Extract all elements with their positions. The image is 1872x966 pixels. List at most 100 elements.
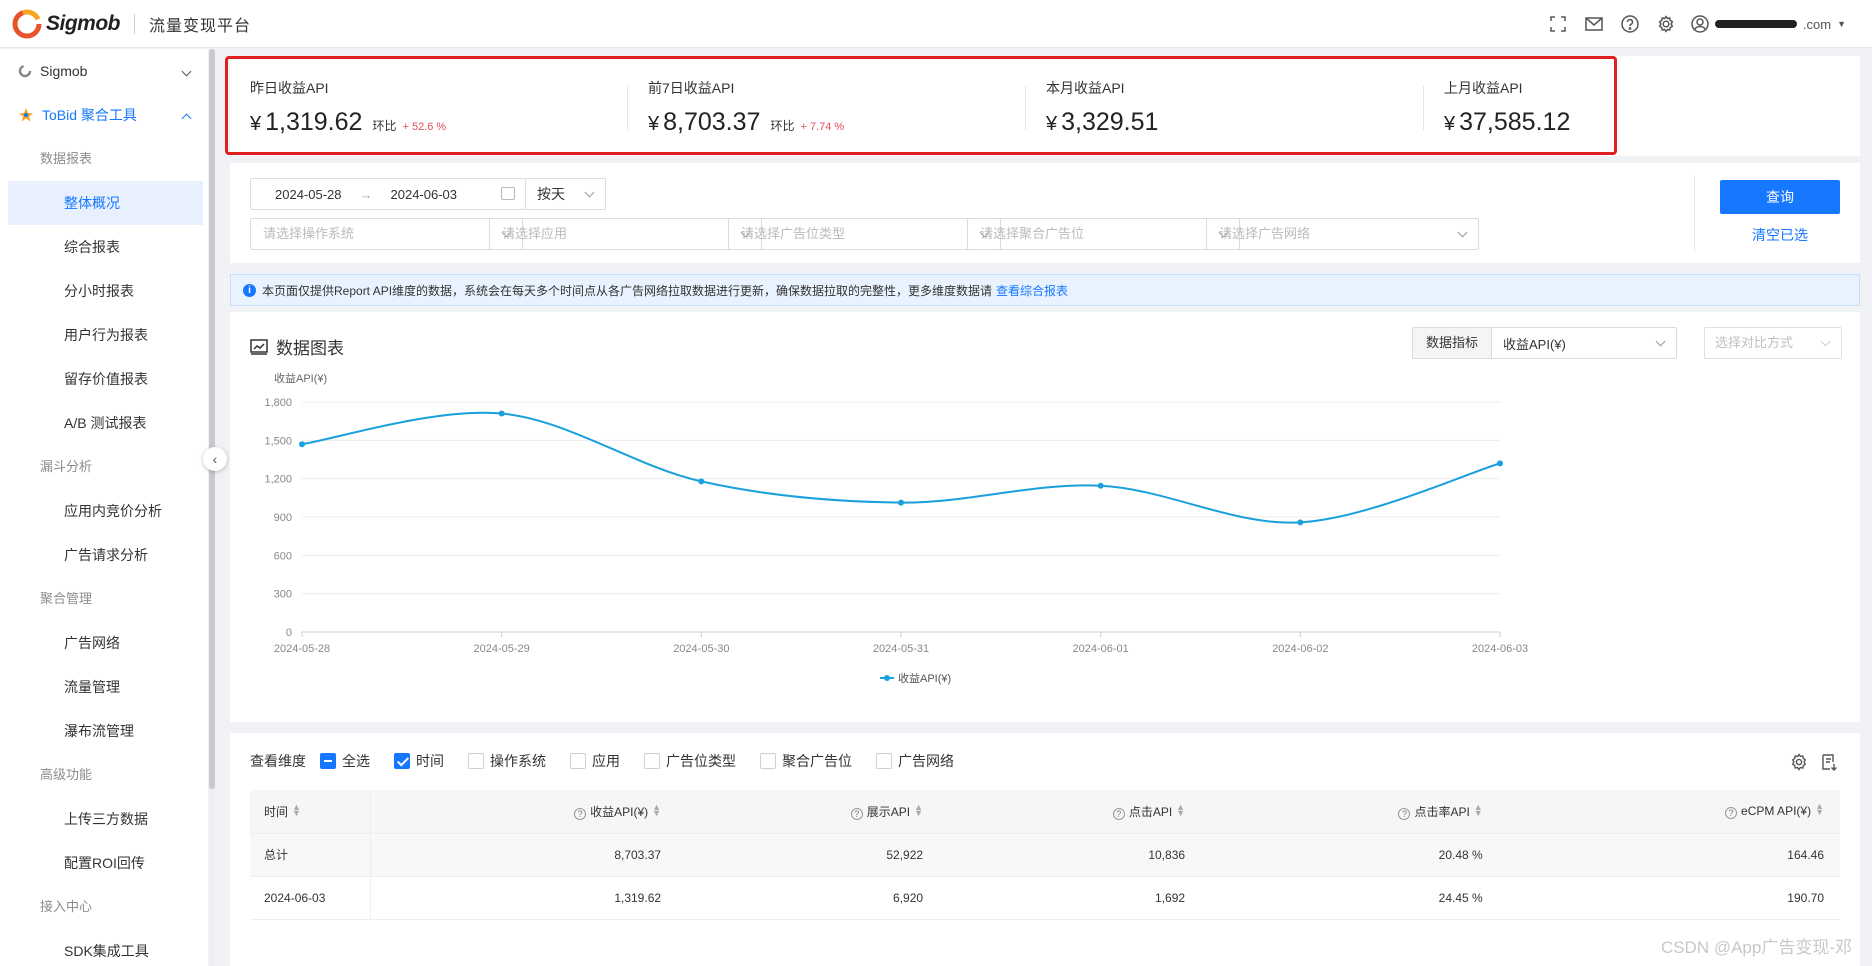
checkbox-select-all[interactable]: 全选 [320, 751, 370, 771]
column-header-ecpm[interactable]: ? eCPM API(¥) ▲ ▼ [1498, 790, 1840, 834]
select-placeholder: 请选择操作系统 [263, 226, 355, 241]
kpi-currency: ¥ [648, 113, 660, 135]
y-tick-label: 1,200 [264, 474, 292, 486]
select-placeholder: 请选择应用 [502, 226, 568, 241]
checkbox-os[interactable]: 操作系统 [468, 751, 546, 771]
sidebar-collapse-button[interactable]: ‹ [203, 447, 227, 471]
sidebar-item-in-app-bidding[interactable]: 应用内竞价分析 [0, 489, 208, 533]
table-cell: 10,836 [939, 833, 1202, 877]
user-name-redacted [1714, 20, 1797, 28]
checkbox-app[interactable]: 应用 [570, 751, 620, 771]
export-icon[interactable] [1820, 753, 1838, 771]
chevron-down-icon [181, 66, 192, 76]
tobid-icon [19, 108, 33, 122]
checkbox-time[interactable]: 时间 [394, 751, 444, 771]
sidebar-item-traffic-management[interactable]: 流量管理 [0, 665, 208, 709]
dimension-selector: 查看维度 全选 时间 操作系统 应用 广告位类型 聚合广告位 广告网络 [250, 751, 978, 771]
sidebar-item-overview[interactable]: 整体概况 [8, 181, 203, 225]
checkbox-mediation-slot[interactable]: 聚合广告位 [760, 751, 852, 771]
checkbox-icon [394, 753, 410, 769]
sidebar-item-waterfall-management[interactable]: 瀑布流管理 [0, 709, 208, 753]
view-comprehensive-report-link[interactable]: 查看综合报表 [996, 282, 1068, 299]
scrollbar-thumb[interactable] [209, 49, 215, 789]
sidebar-item-ad-request-analysis[interactable]: 广告请求分析 [0, 533, 208, 577]
column-header-impressions[interactable]: ? 展示API ▲ ▼ [677, 790, 940, 834]
kpi-value: 8,703.37 [663, 108, 761, 136]
info-notice: i 本页面仅提供Report API维度的数据，系统会在每天多个时间点从各广告网… [230, 274, 1860, 306]
sidebar-item-sigmob[interactable]: Sigmob [0, 49, 208, 93]
sidebar-item-sdk-tool[interactable]: SDK集成工具 [0, 929, 208, 966]
kpi-yesterday: 昨日收益API ¥ 1,319.62 环比 + 52.6 % [250, 78, 446, 137]
y-tick-label: 600 [274, 550, 292, 562]
menu-group-title: 聚合管理 [40, 591, 93, 606]
date-range-picker[interactable]: 2024-05-28 → 2024-06-03 [250, 178, 526, 210]
settings-icon[interactable] [1655, 13, 1677, 35]
y-tick-label: 1,500 [264, 435, 292, 447]
user-menu[interactable]: .com ▼ [1691, 15, 1846, 33]
granularity-select[interactable]: 按天 [526, 178, 606, 210]
column-header-time[interactable]: 时间 ▲ ▼ [250, 790, 371, 834]
clear-filters-link[interactable]: 清空已选 [1720, 225, 1840, 245]
data-point [1297, 519, 1304, 526]
select-placeholder: 请选择广告网络 [1219, 226, 1311, 241]
sidebar-scrollbar[interactable] [209, 49, 215, 966]
chevron-down-icon [1457, 227, 1468, 238]
query-button[interactable]: 查询 [1720, 180, 1840, 214]
data-table: 时间 ▲ ▼ ? 收益API(¥) ▲ ▼ ? 展示API ▲ ▼ ? 点击API ▲ ▼ ? 点击率A… [250, 790, 1840, 920]
data-point [698, 478, 705, 485]
sidebar-item-ab-test-report[interactable]: A/B 测试报表 [0, 401, 208, 445]
fullscreen-icon[interactable] [1547, 13, 1569, 35]
column-settings-icon[interactable] [1790, 753, 1808, 771]
table-card: 查看维度 全选 时间 操作系统 应用 广告位类型 聚合广告位 广告网络 时间 ▲ ▼… [230, 733, 1860, 966]
watermark-text: CSDN @App广告变现-邓 [1660, 938, 1852, 957]
table-cell: 20.48 % [1201, 833, 1499, 877]
sidebar-item-hourly-report[interactable]: 分小时报表 [0, 269, 208, 313]
checkbox-label: 广告网络 [898, 753, 954, 769]
column-header-clicks[interactable]: ? 点击API ▲ ▼ [939, 790, 1202, 834]
sidebar-item-retention-report[interactable]: 留存价值报表 [0, 357, 208, 401]
table-row-total: 总计 8,703.37 52,922 10,836 20.48 % 164.46 [250, 833, 1840, 877]
app-select[interactable]: 请选择应用 [489, 218, 762, 250]
checkbox-ad-network[interactable]: 广告网络 [876, 751, 954, 771]
ad-network-select[interactable]: 请选择广告网络 [1206, 218, 1479, 250]
sidebar-item-user-behavior-report[interactable]: 用户行为报表 [0, 313, 208, 357]
mediation-slot-select[interactable]: 请选择聚合广告位 [967, 218, 1240, 250]
column-header-ctr[interactable]: ? 点击率API ▲ ▼ [1201, 790, 1499, 834]
dimension-label: 查看维度 [250, 753, 306, 769]
sidebar-item-roi-callback[interactable]: 配置ROI回传 [0, 841, 208, 885]
column-header-revenue[interactable]: ? 收益API(¥) ▲ ▼ [370, 790, 678, 834]
x-tick-label: 2024-06-02 [1272, 643, 1328, 655]
notice-text: 本页面仅提供Report API维度的数据，系统会在每天多个时间点从各广告网络拉… [262, 283, 993, 298]
checkbox-label: 时间 [416, 753, 444, 769]
menu-group-title: 数据报表 [40, 151, 93, 166]
sidebar-item-ad-network[interactable]: 广告网络 [0, 621, 208, 665]
x-tick-label: 2024-05-31 [873, 643, 929, 655]
column-header-label: 点击率API [1414, 804, 1470, 819]
top-header: Sigmob 流量变现平台 .com ▼ [0, 0, 1872, 48]
mail-icon[interactable] [1583, 13, 1605, 35]
checkbox-ad-slot-type[interactable]: 广告位类型 [644, 751, 736, 771]
help-icon: ? [574, 807, 587, 820]
logo[interactable]: Sigmob [12, 0, 121, 48]
checkbox-icon [570, 753, 586, 769]
kpi-last-7-days: 前7日收益API ¥ 8,703.37 环比 + 7.74 % [648, 78, 844, 137]
y-axis-label: 收益API(¥) [274, 371, 327, 385]
ad-slot-type-select[interactable]: 请选择广告位类型 [728, 218, 1001, 250]
checkbox-label: 全选 [342, 753, 370, 769]
sidebar-item-upload-third-party[interactable]: 上传三方数据 [0, 797, 208, 841]
checkbox-label: 广告位类型 [666, 753, 736, 769]
y-tick-label: 1,800 [264, 397, 292, 409]
help-icon[interactable] [1619, 13, 1641, 35]
sidebar-item-comprehensive-report[interactable]: 综合报表 [0, 225, 208, 269]
table-tools [1790, 753, 1838, 771]
kpi-divider [627, 86, 628, 130]
kpi-divider [1423, 86, 1424, 130]
os-select[interactable]: 请选择操作系统 [250, 218, 523, 250]
kpi-value: 1,319.62 [265, 108, 363, 136]
sidebar-item-tobid[interactable]: ToBid 聚合工具 [0, 93, 208, 137]
column-header-label: 时间 [264, 804, 289, 819]
kpi-ratio-label: 环比 [372, 119, 397, 133]
kpi-ratio: + 7.74 % [800, 121, 845, 133]
y-tick-label: 300 [274, 589, 292, 601]
user-avatar-icon [1691, 15, 1709, 33]
